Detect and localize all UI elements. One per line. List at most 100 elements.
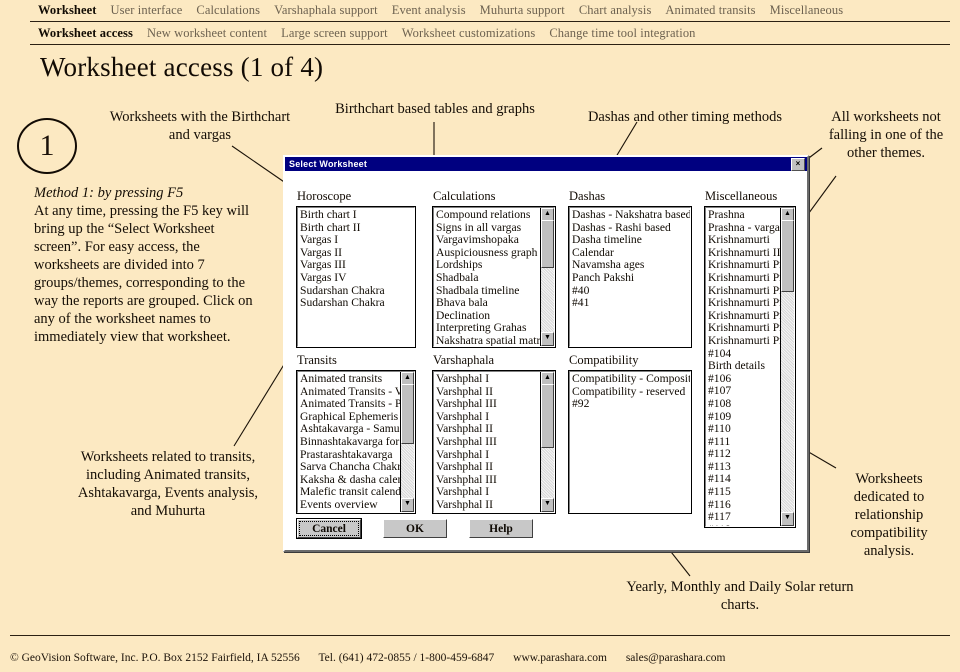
list-item[interactable]: Shadbala <box>436 271 540 285</box>
annotation-method-block: Method 1: by pressing F5 At any time, pr… <box>34 184 254 346</box>
group-label-calculations: Calculations <box>433 189 496 203</box>
list-item[interactable]: Binnashtakavarga for plan <box>300 435 400 449</box>
list-item[interactable]: Krishnamurti <box>708 234 780 247</box>
list-item[interactable]: #117 <box>708 511 780 524</box>
footer: © GeoVision Software, Inc. P.O. Box 2152… <box>10 652 741 664</box>
list-item[interactable]: Nakshatra spatial matrix <box>436 334 540 346</box>
list-item[interactable]: Panch Pakshi <box>572 271 690 285</box>
list-item[interactable]: #115 <box>708 485 780 499</box>
scrollbar-track[interactable] <box>781 220 794 514</box>
list-item[interactable]: #41 <box>572 297 690 310</box>
list-item[interactable]: Krishnamurti Prashna II <box>708 334 780 348</box>
group-label-transits: Transits <box>297 353 337 367</box>
list-item[interactable]: Varshphal II <box>436 461 540 474</box>
list-item[interactable]: Vargas IV <box>300 271 414 285</box>
group-label-horoscope: Horoscope <box>297 189 352 203</box>
listbox-items: Dashas - Nakshatra based Dashas - Rashi b… <box>572 209 690 346</box>
list-item[interactable]: Varshphal III <box>436 398 540 411</box>
group-label-dashas: Dashas <box>569 189 606 203</box>
select-worksheet-dialog: Select Worksheet × Horoscope Birth chart … <box>283 155 809 552</box>
scrollbar-track[interactable] <box>541 220 554 334</box>
scrollbar-vertical[interactable]: ▲ ▼ <box>400 372 414 512</box>
cancel-button[interactable]: Cancel <box>297 519 361 538</box>
scrollbar-thumb[interactable] <box>781 220 794 292</box>
annotation-method-body: At any time, pressing the F5 key will br… <box>34 203 253 345</box>
list-item[interactable]: Compatibility - reserved <box>572 385 690 399</box>
listbox-dashas[interactable]: Dashas - Nakshatra based Dashas - Rashi b… <box>568 206 692 348</box>
scrollbar-track[interactable] <box>401 384 414 500</box>
list-item[interactable]: Varshphal III <box>436 435 540 449</box>
scroll-down-arrow-icon[interactable]: ▼ <box>781 512 794 526</box>
scroll-down-arrow-icon[interactable]: ▼ <box>541 498 554 512</box>
ok-button[interactable]: OK <box>383 519 447 538</box>
annotation-top-right: Dashas and other timing methods <box>587 109 783 125</box>
group-label-compatibility: Compatibility <box>569 353 639 367</box>
list-item[interactable]: #92 <box>572 398 690 411</box>
list-item[interactable]: #112 <box>708 448 780 461</box>
list-item[interactable]: Birth chart I <box>300 209 414 222</box>
close-icon[interactable]: × <box>791 157 805 171</box>
list-item[interactable]: Krishnamurti Prashna II <box>708 297 780 310</box>
list-item[interactable]: Events overview <box>300 498 400 512</box>
annotation-top-mid: Birthchart based tables and graphs <box>335 101 535 117</box>
dialog-button-row: Cancel OK Help <box>297 519 533 538</box>
worksheet-group-varshaphala: Varshaphala Varshphal I Varshphal II Varshp… <box>432 353 556 514</box>
list-item[interactable]: Varshphal I <box>436 373 540 386</box>
list-item[interactable]: Animated transits <box>300 373 400 386</box>
worksheet-group-horoscope: Horoscope Birth chart I Birth chart II Varg… <box>296 189 416 348</box>
list-item[interactable]: Prashna <box>708 209 780 222</box>
listbox-horoscope[interactable]: Birth chart I Birth chart II Vargas I Varga… <box>296 206 416 348</box>
list-item[interactable]: Vargas I <box>300 234 414 247</box>
scrollbar-vertical[interactable]: ▲ ▼ <box>780 208 794 526</box>
list-item[interactable]: Sarva Chancha Chakra <box>300 461 400 474</box>
listbox-items: Birth chart I Birth chart II Vargas I Varga… <box>300 209 414 346</box>
footer-website[interactable]: www.parashara.com <box>513 652 607 664</box>
scrollbar-track[interactable] <box>541 384 554 500</box>
list-item[interactable]: Compound relations <box>436 209 540 222</box>
dialog-titlebar[interactable]: Select Worksheet × <box>285 157 807 171</box>
list-item[interactable]: Compatibility - Composite <box>572 373 690 386</box>
list-item[interactable]: Sudarshan Chakra <box>300 297 414 310</box>
list-item[interactable]: #40 <box>572 284 690 298</box>
list-item[interactable]: #108 <box>708 397 780 411</box>
list-item[interactable]: Dashas - Nakshatra based <box>572 209 690 222</box>
list-item[interactable]: Vargavimshopaka <box>436 234 540 247</box>
group-label-varshaphala: Varshaphala <box>433 353 495 367</box>
list-item[interactable]: Birth details <box>708 360 780 373</box>
listbox-items: Compound relations Signs in all vargas Var… <box>436 209 540 346</box>
list-item[interactable]: Bhava bala <box>436 297 540 310</box>
scrollbar-thumb[interactable] <box>541 220 554 268</box>
worksheet-group-miscellaneous: Miscellaneous Prashna Prashna - vargas Kris… <box>704 189 796 528</box>
list-item[interactable]: #110 <box>708 422 780 436</box>
list-item[interactable]: Krishnamurti Prashna II <box>708 271 780 285</box>
list-item[interactable]: Animated Transits - Partn <box>300 398 400 411</box>
listbox-miscellaneous[interactable]: Prashna Prashna - vargas Krishnamurti Krish… <box>704 206 796 528</box>
worksheet-group-dashas: Dashas Dashas - Nakshatra based Dashas - R… <box>568 189 692 348</box>
worksheet-group-compatibility: Compatibility Compatibility - Composite Co… <box>568 353 692 514</box>
listbox-calculations[interactable]: Compound relations Signs in all vargas Var… <box>432 206 556 348</box>
annotation-bottom-right: Worksheets dedicated to relationship com… <box>850 471 928 559</box>
scrollbar-vertical[interactable]: ▲ ▼ <box>540 372 554 512</box>
annotation-top-left: Worksheets with the Birthchart and varga… <box>109 109 291 143</box>
listbox-varshaphala[interactable]: Varshphal I Varshphal II Varshphal III Vars… <box>432 370 556 514</box>
help-button[interactable]: Help <box>469 519 533 538</box>
scrollbar-thumb[interactable] <box>401 384 414 444</box>
list-item[interactable]: Dasha timeline <box>572 234 690 247</box>
listbox-items: Prashna Prashna - vargas Krishnamurti Krish… <box>708 209 780 526</box>
worksheet-group-transits: Transits Animated transits Animated Transi… <box>296 353 416 514</box>
listbox-transits[interactable]: Animated transitsAnimated Transits - Var… <box>296 370 416 514</box>
scroll-down-arrow-icon[interactable]: ▼ <box>541 332 554 346</box>
annotation-bottom-mid: Yearly, Monthly and Daily Solar return c… <box>626 579 854 613</box>
dialog-title: Select Worksheet <box>289 159 368 169</box>
list-item[interactable]: #118 <box>708 523 780 526</box>
page-root: Worksheet User interface Calculations Varsh… <box>0 0 960 672</box>
scroll-down-arrow-icon[interactable]: ▼ <box>401 498 414 512</box>
worksheet-group-calculations: Calculations Compound relations Signs in a… <box>432 189 556 348</box>
list-item[interactable]: Varshphal II <box>436 498 540 512</box>
footer-email[interactable]: sales@parashara.com <box>626 652 726 664</box>
listbox-compatibility[interactable]: Compatibility - Composite Compatibility -… <box>568 370 692 514</box>
scrollbar-thumb[interactable] <box>541 384 554 448</box>
scrollbar-vertical[interactable]: ▲ ▼ <box>540 208 554 346</box>
footer-divider <box>10 635 950 636</box>
annotation-method-heading: Method 1: by pressing F5 <box>34 185 184 201</box>
